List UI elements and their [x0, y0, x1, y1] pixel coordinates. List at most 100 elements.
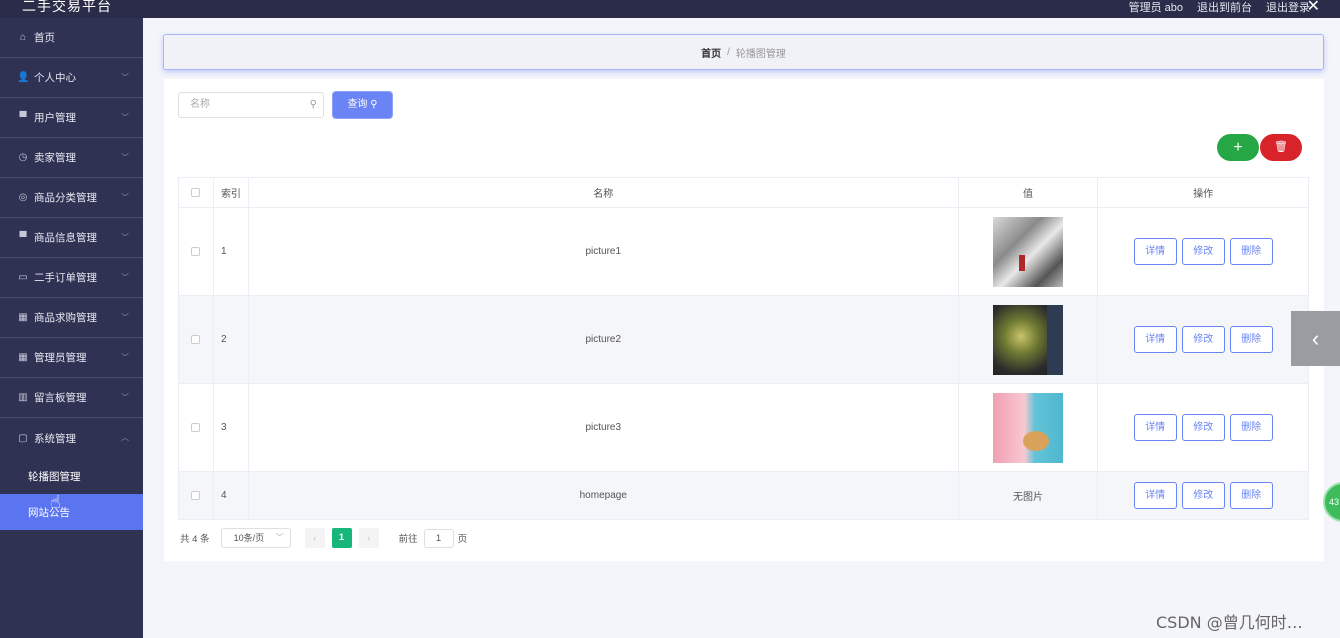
- row-select-cell: [179, 296, 214, 383]
- chevron-down-icon: ﹀: [121, 153, 129, 162]
- sidebar-item-system-management[interactable]: ▢ 系统管理 ︿: [0, 418, 143, 458]
- detail-button[interactable]: 详情: [1133, 238, 1177, 265]
- search-placeholder: 名称: [190, 99, 210, 110]
- row-value-cell: [959, 384, 1099, 471]
- detail-button[interactable]: 详情: [1133, 482, 1177, 509]
- submenu-item-carousel[interactable]: 轮播图管理: [0, 458, 143, 494]
- sidebar-item-product-management[interactable]: ▀ 商品信息管理 ﹀: [0, 218, 143, 258]
- apps-icon: ▦: [18, 352, 28, 363]
- row-name: picture1: [249, 208, 959, 295]
- detail-button[interactable]: 详情: [1133, 414, 1177, 441]
- header-name: 名称: [249, 178, 959, 207]
- edit-button[interactable]: 修改: [1181, 238, 1225, 265]
- chevron-left-icon[interactable]: ‹: [1291, 311, 1340, 366]
- grid-icon: ▦: [18, 312, 28, 323]
- sidebar-item-message-board[interactable]: ▥ 留言板管理 ﹀: [0, 378, 143, 418]
- row-checkbox[interactable]: [191, 247, 201, 256]
- sidebar-item-home[interactable]: ⌂ 首页: [0, 18, 143, 58]
- row-index: 2: [214, 296, 249, 383]
- carousel-thumbnail[interactable]: [993, 392, 1063, 463]
- order-icon: ▭: [18, 272, 28, 283]
- row-checkbox[interactable]: [191, 423, 201, 432]
- thumbnail-accent: [1019, 254, 1025, 271]
- chevron-down-icon: ﹀: [121, 313, 129, 322]
- sidebar-item-label: 用户管理: [34, 112, 76, 124]
- chevron-down-icon: ﹀: [275, 533, 284, 542]
- select-all-checkbox[interactable]: [191, 188, 201, 197]
- watermark: CSDN @曾几何时…: [1156, 613, 1303, 632]
- sidebar-item-label: 系统管理: [34, 432, 76, 445]
- page-size-select[interactable]: 10条/页 ﹀: [220, 528, 291, 548]
- search-input[interactable]: 名称 ⚲: [178, 92, 324, 118]
- row-actions: 详情 修改 删除: [1098, 296, 1308, 383]
- batch-delete-button[interactable]: 🗑: [1260, 134, 1302, 161]
- chevron-down-icon: ﹀: [121, 393, 129, 402]
- floating-badge[interactable]: 43: [1323, 482, 1340, 522]
- sidebar-item-wanted-management[interactable]: ▦ 商品求购管理 ﹀: [0, 298, 143, 338]
- system-icon: ▢: [18, 432, 28, 444]
- delete-button[interactable]: 删除: [1229, 238, 1273, 265]
- row-actions: 详情 修改 删除: [1098, 472, 1308, 519]
- search-icon: ⚲: [309, 99, 317, 110]
- goto-label: 前往: [398, 534, 418, 545]
- submenu-item-announcement[interactable]: 网站公告: [0, 494, 143, 530]
- sidebar-item-personal-center[interactable]: 👤 个人中心 ﹀: [0, 58, 143, 98]
- page-size-value: 10条/页: [233, 533, 265, 543]
- search-icon: ⚲: [370, 99, 378, 110]
- row-checkbox[interactable]: [191, 491, 201, 500]
- row-index: 4: [214, 472, 249, 519]
- delete-button[interactable]: 删除: [1229, 482, 1273, 509]
- row-actions: 详情 修改 删除: [1098, 384, 1308, 471]
- main-panel: 名称 ⚲ 查询 ⚲ + 🗑 索引 名称 值 操作 1 picture1 详情 修…: [164, 79, 1324, 561]
- page-number-current[interactable]: 1: [331, 528, 352, 548]
- sidebar: ⌂ 首页 👤 个人中心 ﹀ ▀ 用户管理 ﹀ ◷ 卖家管理 ﹀ ◎ 商品分类管理…: [0, 18, 143, 638]
- carousel-thumbnail[interactable]: [993, 216, 1063, 287]
- add-button[interactable]: +: [1217, 134, 1259, 161]
- logout-link[interactable]: 退出登录: [1266, 0, 1310, 16]
- flag-icon: ▀: [19, 232, 27, 243]
- chevron-down-icon: ﹀: [121, 73, 129, 82]
- sidebar-item-order-management[interactable]: ▭ 二手订单管理 ﹀: [0, 258, 143, 298]
- total-count: 共 4 条: [180, 534, 210, 545]
- row-select-cell: [179, 472, 214, 519]
- back-to-frontend-link[interactable]: 退出到前台: [1197, 0, 1252, 16]
- prev-page-button[interactable]: ‹: [304, 528, 325, 548]
- compass-icon: ◎: [18, 192, 28, 203]
- close-icon[interactable]: ✕: [1307, 0, 1320, 16]
- sidebar-item-category-management[interactable]: ◎ 商品分类管理 ﹀: [0, 178, 143, 218]
- sidebar-item-user-management[interactable]: ▀ 用户管理 ﹀: [0, 98, 143, 138]
- row-name: picture2: [249, 296, 959, 383]
- breadcrumb-home[interactable]: 首页: [701, 45, 721, 60]
- table-row: 4 homepage 无图片 详情 修改 删除: [179, 472, 1308, 519]
- delete-button[interactable]: 删除: [1229, 326, 1273, 353]
- thumbnail-dish: [1023, 430, 1049, 451]
- sidebar-item-seller-management[interactable]: ◷ 卖家管理 ﹀: [0, 138, 143, 178]
- query-button-label: 查询: [347, 99, 368, 110]
- carousel-table: 索引 名称 值 操作 1 picture1 详情 修改 删除 2 picture…: [178, 177, 1309, 520]
- breadcrumb: 首页 / 轮播图管理: [163, 34, 1324, 70]
- next-page-button[interactable]: ›: [358, 528, 379, 548]
- sidebar-item-admin-management[interactable]: ▦ 管理员管理 ﹀: [0, 338, 143, 378]
- row-index: 1: [214, 208, 249, 295]
- row-name: homepage: [249, 472, 959, 519]
- row-checkbox[interactable]: [191, 335, 201, 344]
- row-value-cell: 无图片: [959, 472, 1099, 519]
- edit-button[interactable]: 修改: [1181, 414, 1225, 441]
- goto-page-input[interactable]: 1: [423, 528, 454, 548]
- chevron-down-icon: ﹀: [121, 193, 129, 202]
- row-actions: 详情 修改 删除: [1098, 208, 1308, 295]
- top-bar: 二手交易平台 管理员 abo 退出到前台 退出登录 ✕: [0, 0, 1340, 18]
- delete-button[interactable]: 删除: [1229, 414, 1273, 441]
- select-all-cell: [179, 178, 214, 207]
- row-index: 3: [214, 384, 249, 471]
- edit-button[interactable]: 修改: [1181, 326, 1225, 353]
- row-select-cell: [179, 384, 214, 471]
- edit-button[interactable]: 修改: [1181, 482, 1225, 509]
- carousel-thumbnail[interactable]: [993, 304, 1063, 375]
- user-icon: 👤: [17, 72, 30, 83]
- pagination: 共 4 条 10条/页 ﹀ ‹ 1 › 前往 1 页: [180, 528, 467, 548]
- table-row: 1 picture1 详情 修改 删除: [179, 208, 1308, 296]
- query-button[interactable]: 查询 ⚲: [332, 91, 393, 119]
- detail-button[interactable]: 详情: [1133, 326, 1177, 353]
- row-value-cell: [959, 296, 1099, 383]
